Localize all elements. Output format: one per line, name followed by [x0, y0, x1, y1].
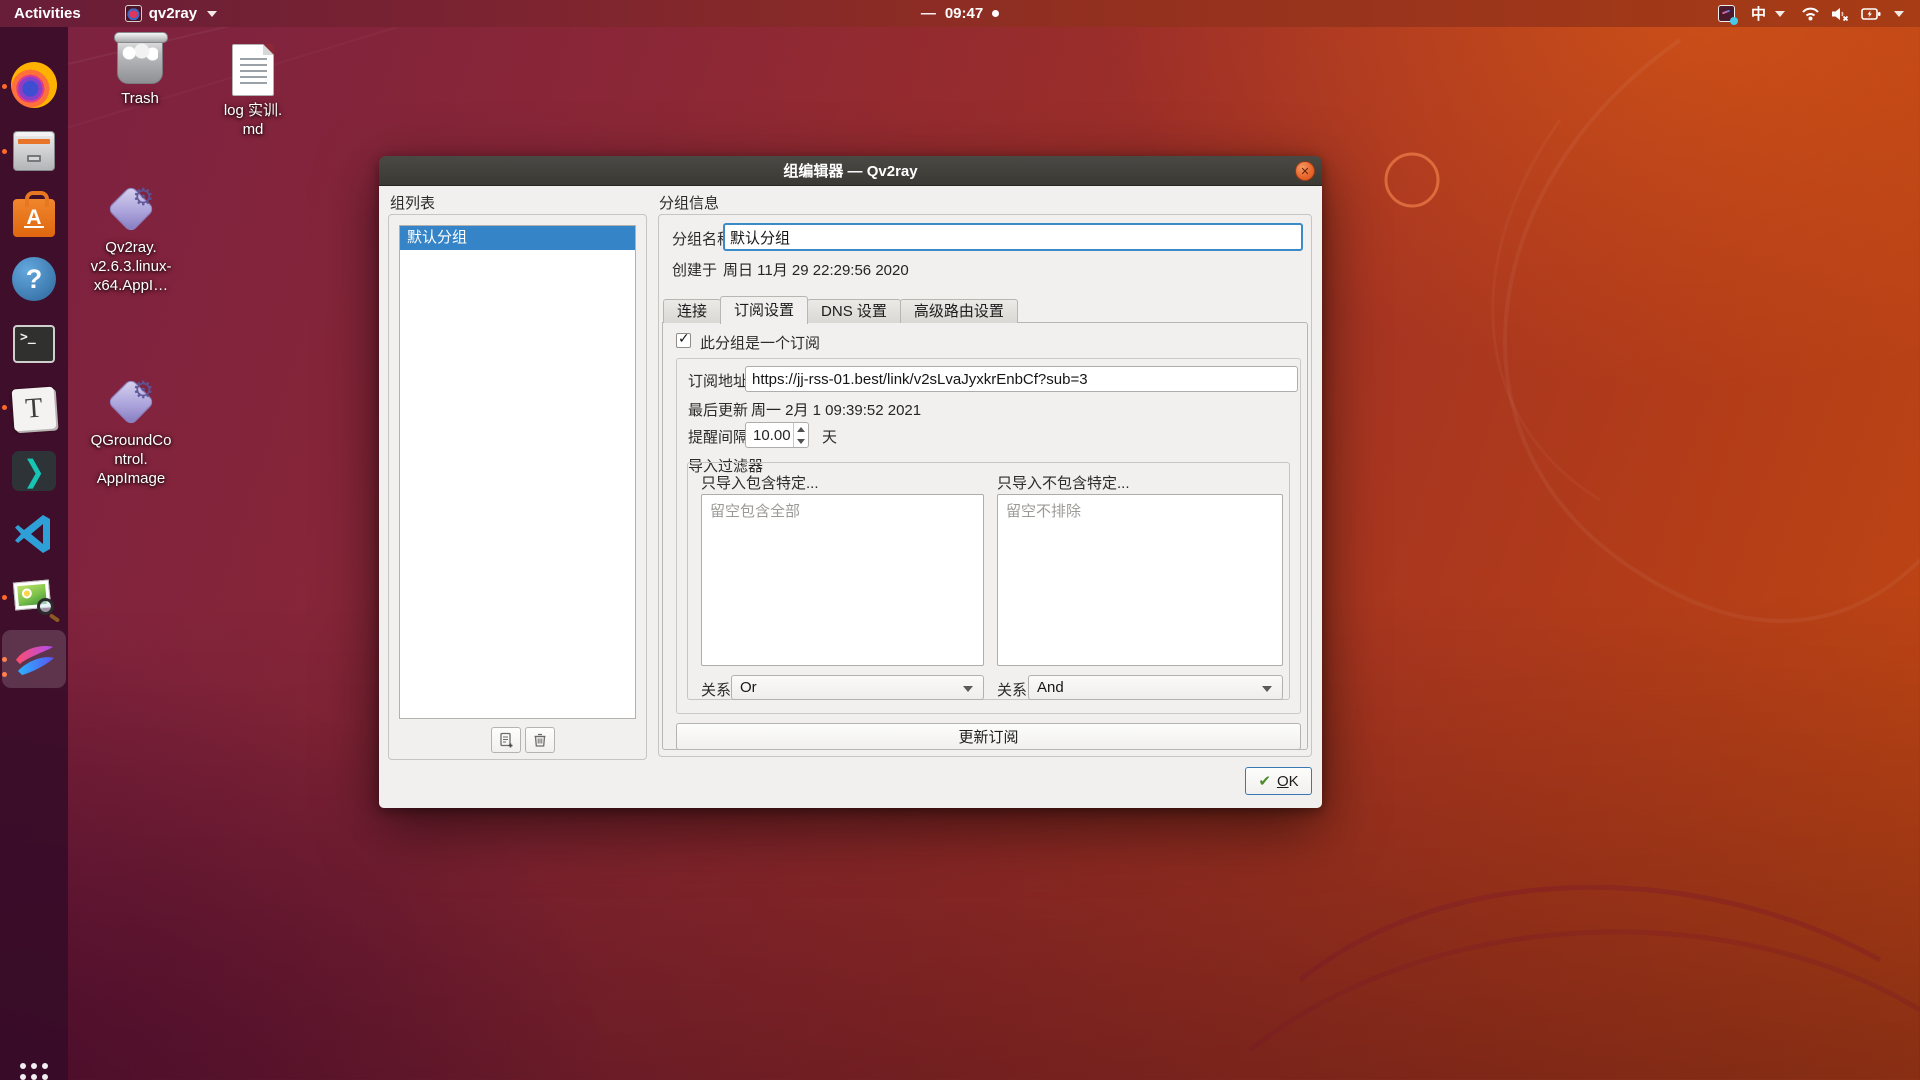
subscription-tab-panel [662, 322, 1308, 750]
help-icon: ? [12, 257, 56, 301]
app-grid-icon [17, 1060, 51, 1080]
dock-item-files[interactable] [10, 127, 58, 175]
group-list-heading: 组列表 [390, 192, 435, 213]
trash-icon [117, 36, 163, 84]
dock: A ? >_ T ❯ [0, 27, 68, 1080]
running-indicator [2, 405, 7, 410]
created-value: 周日 11月 29 22:29:56 2020 [723, 259, 909, 280]
duplicate-group-button[interactable] [491, 727, 521, 753]
tab-connections[interactable]: 连接 [663, 299, 721, 323]
log-file-label: log 实训. md [224, 101, 282, 139]
qv2ray-appimage-label: Qv2ray. v2.6.3.linux- x64.AppI… [91, 238, 172, 295]
group-list-item-selected[interactable]: 默认分组 [400, 226, 635, 250]
clock-time: 09:47 [945, 5, 983, 22]
gear-icon: ⚙ [132, 183, 154, 212]
dock-item-typora[interactable]: T [10, 385, 58, 433]
ubuntu-software-icon: A [13, 199, 55, 237]
window-title: 组编辑器 — Qv2ray [783, 160, 917, 181]
show-applications-button[interactable] [10, 1053, 58, 1080]
typora-icon: T [12, 387, 57, 432]
desktop-icon-trash[interactable]: Trash [92, 36, 188, 108]
ok-label: K [1289, 773, 1299, 790]
desktop-icon-log-file[interactable]: log 实训. md [205, 44, 301, 139]
desktop-icon-qgroundcontrol[interactable]: ⚙ QGroundCo ntrol. AppImage [83, 378, 179, 488]
dock-item-tabby-terminal[interactable]: ❯ [10, 447, 58, 495]
qgroundcontrol-label: QGroundCo ntrol. AppImage [91, 431, 172, 488]
tab-dns-settings[interactable]: DNS 设置 [807, 299, 901, 323]
close-button[interactable]: ✕ [1295, 161, 1315, 181]
tabby-terminal-icon: ❯ [12, 451, 56, 491]
running-indicator [2, 149, 7, 154]
qv2ray-icon [11, 636, 57, 682]
dock-item-ubuntu-software[interactable]: A [10, 191, 58, 239]
apply-check-icon: ✔ [1258, 772, 1271, 790]
ok-label-accel: O [1277, 773, 1289, 790]
tab-subscription-settings[interactable]: 订阅设置 [720, 296, 808, 324]
trash-icon [533, 732, 547, 748]
new-document-icon [499, 732, 514, 748]
image-viewer-icon [12, 575, 56, 619]
dock-item-firefox[interactable] [10, 61, 58, 109]
trash-label: Trash [121, 89, 159, 108]
title-bar[interactable]: 组编辑器 — Qv2ray ✕ [379, 156, 1322, 186]
dialog-body: 组列表 默认分组 分组信息 分组名称 创建于 周日 11月 29 22:29:5… [379, 186, 1322, 808]
dock-item-help[interactable]: ? [10, 255, 58, 303]
terminal-icon: >_ [13, 325, 55, 363]
files-icon [13, 131, 55, 171]
dock-item-image-viewer[interactable] [10, 573, 58, 621]
appimage-icon: ⚙ [107, 378, 155, 426]
clock[interactable]: — 09:47 [0, 0, 1920, 27]
qv2ray-tray-icon[interactable] [1718, 5, 1735, 22]
created-label: 创建于 [672, 259, 717, 280]
appimage-icon: ⚙ [107, 185, 155, 233]
notification-dot-icon [992, 10, 999, 17]
gear-icon: ⚙ [132, 376, 154, 405]
delete-group-button[interactable] [525, 727, 555, 753]
group-list[interactable]: 默认分组 [399, 225, 636, 719]
dock-item-terminal[interactable]: >_ [10, 320, 58, 368]
dock-item-qv2ray[interactable] [10, 635, 58, 683]
document-icon [232, 44, 274, 96]
close-icon: ✕ [1300, 165, 1309, 178]
desktop-icon-qv2ray-appimage[interactable]: ⚙ Qv2ray. v2.6.3.linux- x64.AppI… [83, 185, 179, 295]
clock-dash: — [921, 5, 936, 22]
running-indicator [2, 84, 7, 89]
tab-bar: 连接 订阅设置 DNS 设置 高级路由设置 [663, 295, 1017, 323]
dock-item-vscode[interactable] [10, 510, 58, 558]
top-bar: Activities qv2ray — 09:47 中 [0, 0, 1920, 27]
group-name-input[interactable] [723, 223, 1303, 251]
firefox-icon [11, 62, 57, 108]
vscode-icon [12, 512, 56, 556]
group-info-heading: 分组信息 [659, 192, 719, 213]
ok-button[interactable]: ✔ O K [1245, 767, 1312, 795]
tab-advanced-route-settings[interactable]: 高级路由设置 [900, 299, 1018, 323]
group-editor-window: 组编辑器 — Qv2ray ✕ 组列表 默认分组 分组信息 分组名称 [379, 156, 1322, 808]
running-indicator [2, 595, 7, 600]
